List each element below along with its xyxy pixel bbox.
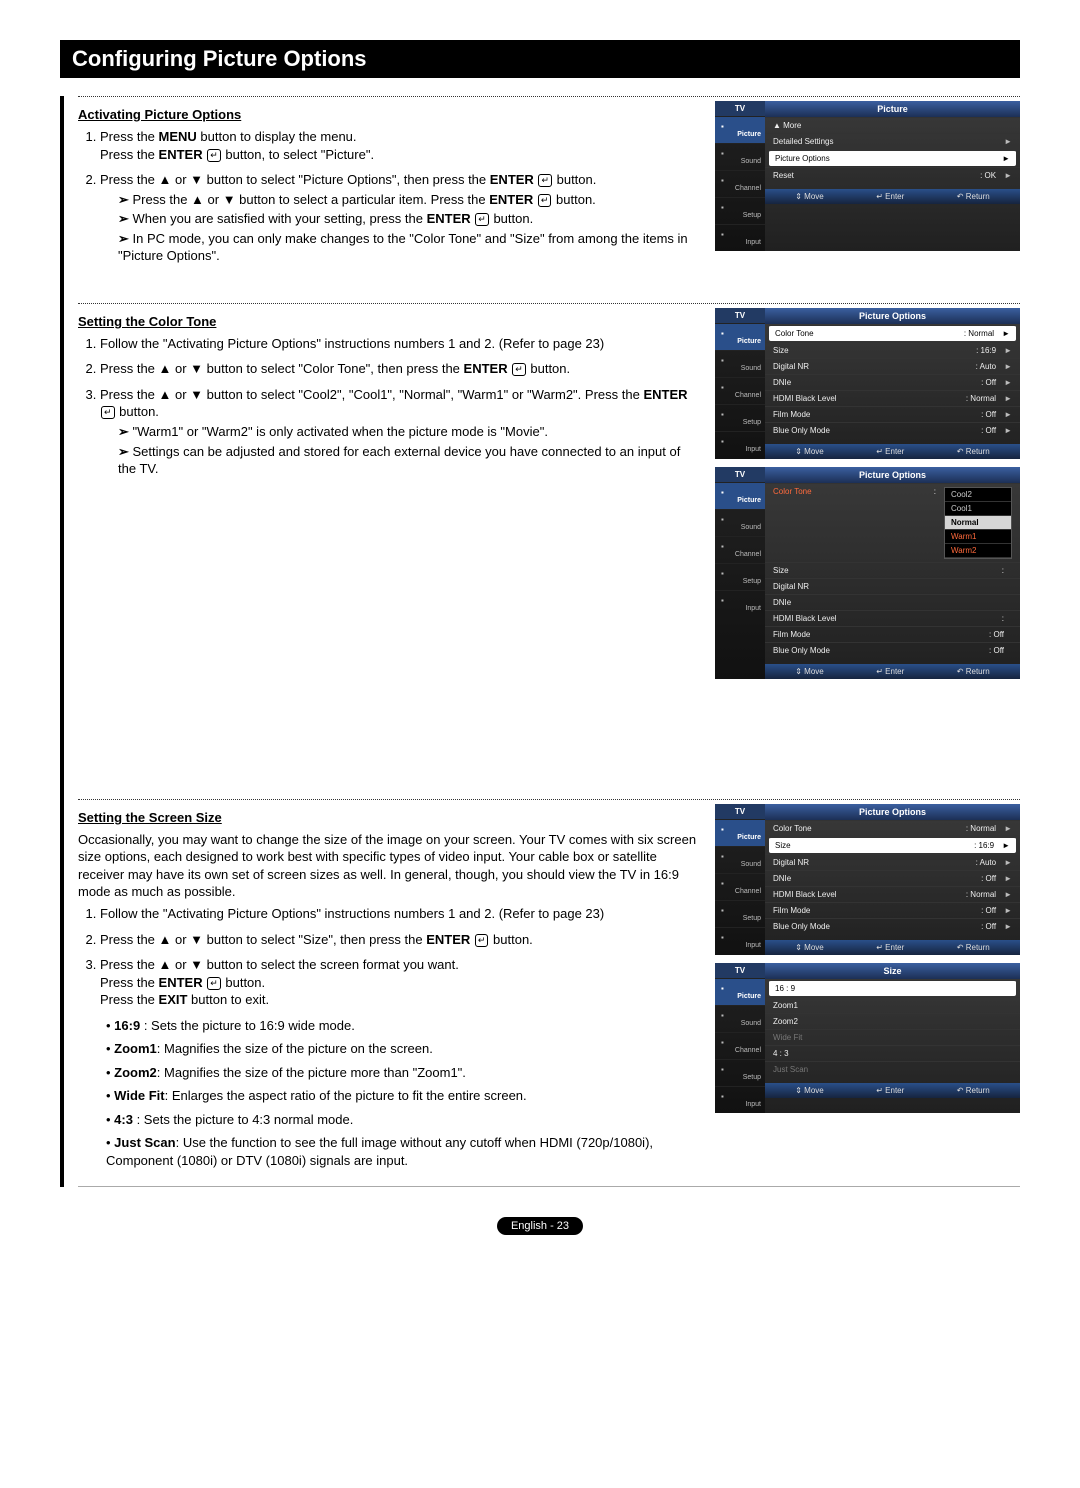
bullet: Just Scan: Use the function to see the f… [106,1134,701,1169]
heading-screensize: Setting the Screen Size [78,810,701,825]
enter-icon: ↵ [207,149,221,162]
step: Press the ▲ or ▼ button to select "Size"… [100,931,701,949]
step: Press the ▲ or ▼ button to select "Color… [100,360,701,378]
intro-text: Occasionally, you may want to change the… [78,831,701,901]
enter-icon: ↵ [538,174,552,187]
osd-size-list: TV▪Picture▪Sound▪Channel▪Setup▪InputSize… [715,963,1020,1113]
step: Follow the "Activating Picture Options" … [100,905,701,923]
osd-colortone-dropdown: TV▪Picture▪Sound▪Channel▪Setup▪InputPict… [715,467,1020,679]
bullet: Zoom2: Magnifies the size of the picture… [106,1064,701,1082]
osd-picture-options: TV▪Picture▪Sound▪Channel▪Setup▪InputPict… [715,308,1020,459]
bullet: 4:3 : Sets the picture to 4:3 normal mod… [106,1111,701,1129]
step: Press the ▲ or ▼ button to select "Cool2… [100,386,701,478]
osd-size-highlight: TV▪Picture▪Sound▪Channel▪Setup▪InputPict… [715,804,1020,955]
step: Follow the "Activating Picture Options" … [100,335,701,353]
note: Settings can be adjusted and stored for … [118,443,701,478]
bullet: Wide Fit: Enlarges the aspect ratio of t… [106,1087,701,1105]
note: "Warm1" or "Warm2" is only activated whe… [118,423,701,441]
page-title: Configuring Picture Options [60,40,1020,78]
heading-colortone: Setting the Color Tone [78,314,701,329]
osd-picture-menu: TV▪Picture▪Sound▪Channel▪Setup▪InputPict… [715,101,1020,251]
page-footer: English - 23 [497,1217,583,1235]
note: When you are satisfied with your setting… [118,210,701,228]
heading-activating: Activating Picture Options [78,107,701,122]
step: Press the ▲ or ▼ button to select the sc… [100,956,701,1009]
note: Press the ▲ or ▼ button to select a part… [118,191,701,209]
step: Press the ▲ or ▼ button to select "Pictu… [100,171,701,265]
bullet: Zoom1: Magnifies the size of the picture… [106,1040,701,1058]
bullet: 16:9 : Sets the picture to 16:9 wide mod… [106,1017,701,1035]
step: Press the MENU button to display the men… [100,128,701,163]
note: In PC mode, you can only make changes to… [118,230,701,265]
